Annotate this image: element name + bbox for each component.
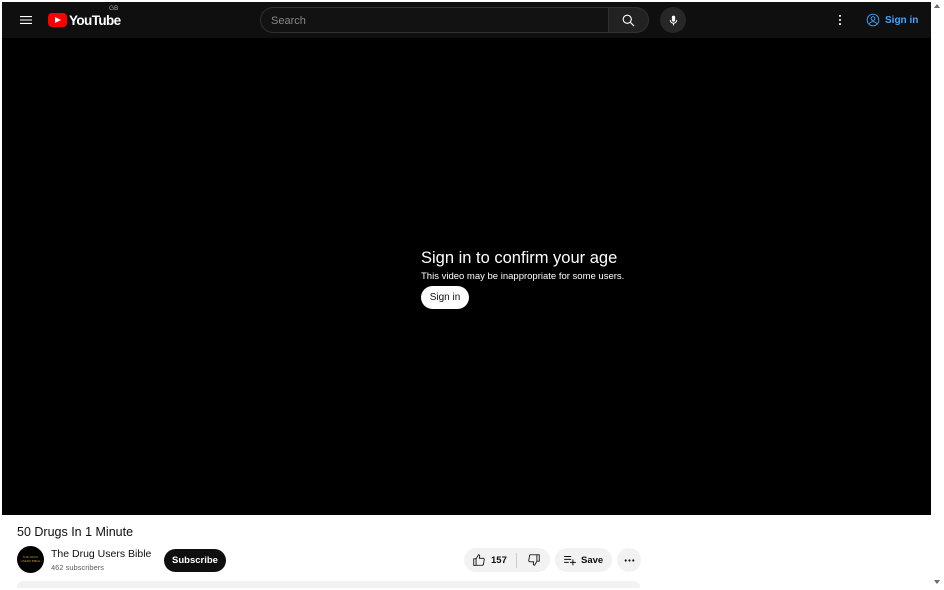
voice-search-button[interactable] (660, 7, 686, 33)
video-player[interactable]: Sign in to confirm your age This video m… (2, 38, 931, 515)
like-button[interactable]: 157 (464, 548, 516, 572)
masthead: YouTube GB Sign in (2, 2, 931, 38)
subscriber-count: 462 subscribers (51, 563, 104, 572)
settings-more-button[interactable] (828, 8, 852, 32)
player-sign-in-button[interactable]: Sign in (421, 286, 469, 309)
save-button[interactable]: Save (555, 548, 612, 572)
scroll-up-arrow-icon[interactable] (934, 4, 940, 8)
youtube-play-icon (48, 13, 67, 27)
scroll-down-arrow-icon[interactable] (934, 580, 940, 584)
search-input[interactable] (271, 13, 591, 28)
age-message: This video may be inappropriate for some… (421, 271, 625, 282)
more-vertical-icon (838, 14, 842, 26)
menu-button[interactable] (14, 8, 38, 32)
channel-name[interactable]: The Drug Users Bible (51, 548, 151, 560)
age-restriction-overlay: Sign in to confirm your age This video m… (421, 249, 624, 309)
search-bar (260, 7, 649, 33)
country-code: GB (109, 5, 119, 12)
search-button[interactable] (608, 7, 649, 33)
search-icon (622, 14, 635, 27)
save-label: Save (581, 554, 604, 566)
like-dislike-group: 157 (464, 548, 550, 572)
playlist-add-icon (564, 556, 576, 566)
video-title: 50 Drugs In 1 Minute (17, 525, 134, 539)
thumbs-up-icon (473, 554, 485, 566)
more-actions-button[interactable] (617, 548, 641, 572)
avatar-text: THE DRUG USERS BIBLE (20, 555, 41, 563)
account-circle-icon (866, 13, 880, 27)
hamburger-menu-icon (20, 16, 32, 24)
more-horizontal-icon (624, 558, 634, 562)
age-heading: Sign in to confirm your age (421, 249, 618, 267)
like-count: 157 (491, 554, 507, 566)
subscribe-button[interactable]: Subscribe (164, 549, 226, 572)
page-scrollbar[interactable] (931, 0, 944, 590)
youtube-logo[interactable]: YouTube GB (48, 5, 121, 29)
microphone-icon (669, 15, 677, 25)
logo-text: YouTube (69, 12, 121, 28)
description-box[interactable] (17, 581, 640, 588)
thumbs-down-icon (527, 554, 540, 566)
channel-avatar[interactable]: THE DRUG USERS BIBLE (17, 546, 44, 573)
search-box (260, 7, 608, 33)
dislike-button[interactable] (517, 548, 550, 572)
sign-in-button[interactable]: Sign in (860, 8, 924, 32)
page-frame: YouTube GB Sign in Sign in to confirm yo… (2, 2, 931, 588)
sign-in-label: Sign in (885, 14, 919, 26)
